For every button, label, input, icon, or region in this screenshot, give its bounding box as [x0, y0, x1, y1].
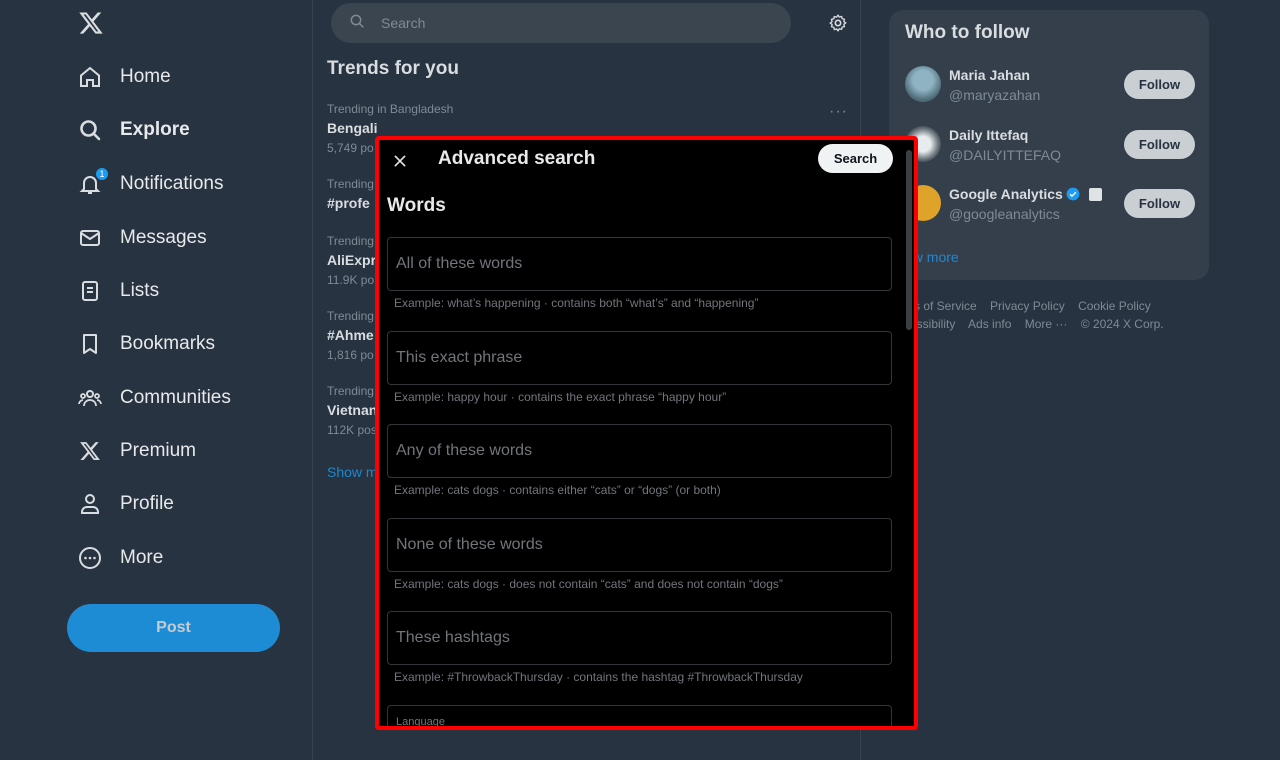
- suggested-user[interactable]: Google Analytics @googleanalytics Follow: [905, 183, 1195, 227]
- nav-communities[interactable]: Communities: [78, 378, 231, 418]
- all-words-field[interactable]: [387, 237, 892, 291]
- user-handle: @googleanalytics: [949, 206, 1060, 222]
- user-name-text: Maria Jahan: [949, 67, 1030, 83]
- nav-more[interactable]: More: [78, 538, 163, 578]
- more-circle-icon: [78, 546, 102, 570]
- nav-more-label: More: [120, 547, 164, 568]
- left-sidebar: Home Explore 1 Notifications Messages Li…: [0, 0, 313, 760]
- post-button[interactable]: Post: [67, 604, 280, 652]
- notification-count-badge: 1: [95, 167, 109, 181]
- trend-name: Bengali: [327, 120, 378, 136]
- close-icon[interactable]: [389, 150, 411, 172]
- who-to-follow-title: Who to follow: [905, 22, 1030, 43]
- nav-premium[interactable]: Premium: [78, 431, 196, 471]
- hashtags-example: Example: #ThrowbackThursday · contains t…: [394, 670, 803, 684]
- who-to-follow-panel: Who to follow Maria Jahan @maryazahan Fo…: [889, 10, 1209, 280]
- trends-show-more-link[interactable]: Show m: [327, 464, 378, 480]
- dialog-title: Advanced search: [438, 148, 596, 169]
- follow-button[interactable]: Follow: [1124, 70, 1195, 99]
- search-button[interactable]: Search: [818, 144, 893, 173]
- nav-messages[interactable]: Messages: [78, 218, 207, 258]
- nav-lists[interactable]: Lists: [78, 271, 159, 311]
- footer-line-1: ms of Service Privacy Policy Cookie Poli…: [904, 297, 1204, 315]
- nav-bookmarks[interactable]: Bookmarks: [78, 324, 215, 364]
- all-words-input[interactable]: [396, 255, 883, 273]
- avatar[interactable]: [905, 66, 941, 102]
- user-name: Google Analytics: [949, 186, 1102, 202]
- exact-phrase-field[interactable]: [387, 331, 892, 385]
- nav-notifications[interactable]: 1 Notifications: [78, 164, 224, 204]
- all-words-example: Example: what’s happening · contains bot…: [394, 296, 759, 310]
- user-handle: @maryazahan: [949, 87, 1041, 103]
- search-placeholder: Search: [381, 15, 426, 31]
- envelope-icon: [78, 226, 102, 250]
- trend-context: Trending in Bangladesh: [327, 102, 454, 116]
- privacy-link[interactable]: Privacy Policy: [990, 299, 1065, 313]
- none-words-input[interactable]: [396, 536, 883, 554]
- nav-explore-label: Explore: [120, 119, 190, 140]
- dialog-scrollbar[interactable]: [906, 150, 912, 330]
- nav-messages-label: Messages: [120, 227, 207, 248]
- x-logo-icon: [78, 439, 102, 463]
- nav-bookmarks-label: Bookmarks: [120, 333, 216, 354]
- nav-profile[interactable]: Profile: [78, 484, 174, 524]
- follow-button[interactable]: Follow: [1124, 130, 1195, 159]
- list-icon: [78, 279, 102, 303]
- search-icon: [78, 118, 102, 142]
- hashtags-field[interactable]: [387, 611, 892, 665]
- user-name: Daily Ittefaq: [949, 127, 1028, 143]
- suggested-user[interactable]: Daily Ittefaq @DAILYITTEFAQ Follow: [905, 124, 1195, 168]
- communities-icon: [78, 386, 102, 410]
- hashtags-input[interactable]: [396, 629, 883, 647]
- user-name: Maria Jahan: [949, 67, 1030, 83]
- trends-title: Trends for you: [327, 58, 459, 79]
- verified-badge-icon: [1066, 187, 1080, 201]
- nav-notifications-label: Notifications: [120, 173, 224, 194]
- language-label: Language: [396, 716, 445, 728]
- ads-info-link[interactable]: Ads info: [968, 317, 1011, 331]
- any-words-field[interactable]: [387, 424, 892, 478]
- exact-phrase-input[interactable]: [396, 349, 883, 367]
- nav-communities-label: Communities: [120, 387, 231, 408]
- any-words-input[interactable]: [396, 442, 883, 460]
- footer-line-2: cessibility Ads info More ··· © 2024 X C…: [904, 315, 1204, 333]
- words-section-title: Words: [387, 195, 446, 216]
- gear-icon[interactable]: [828, 13, 848, 33]
- nav-home-label: Home: [120, 66, 171, 87]
- home-icon: [78, 65, 102, 89]
- search-icon: [349, 13, 365, 34]
- x-logo-icon[interactable]: [78, 10, 104, 36]
- google-ads-icon: [1088, 187, 1102, 201]
- cookie-link[interactable]: Cookie Policy: [1078, 299, 1151, 313]
- footer-links: ms of Service Privacy Policy Cookie Poli…: [904, 297, 1204, 333]
- any-words-example: Example: cats dogs · contains either “ca…: [394, 483, 721, 497]
- left-divider: [312, 0, 313, 760]
- none-words-field[interactable]: [387, 518, 892, 572]
- suggested-user[interactable]: Maria Jahan @maryazahan Follow: [905, 64, 1195, 108]
- exact-phrase-example: Example: happy hour · contains the exact…: [394, 390, 727, 404]
- nav-lists-label: Lists: [120, 280, 160, 301]
- user-name-text: Google Analytics: [949, 186, 1063, 202]
- nav-explore[interactable]: Explore: [78, 110, 190, 150]
- search-bar[interactable]: Search: [331, 3, 791, 43]
- nav-premium-label: Premium: [120, 440, 197, 461]
- language-select[interactable]: Language: [387, 705, 892, 728]
- copyright: © 2024 X Corp.: [1080, 317, 1164, 331]
- nav-profile-label: Profile: [120, 493, 174, 514]
- follow-button[interactable]: Follow: [1124, 189, 1195, 218]
- user-handle: @DAILYITTEFAQ: [949, 147, 1061, 163]
- footer-more-link[interactable]: More ···: [1025, 317, 1068, 331]
- none-words-example: Example: cats dogs · does not contain “c…: [394, 577, 783, 591]
- user-name-text: Daily Ittefaq: [949, 127, 1029, 143]
- bell-icon: 1: [78, 167, 109, 196]
- bookmark-icon: [78, 332, 102, 356]
- advanced-search-dialog: Advanced search Search Words Example: wh…: [375, 136, 918, 730]
- nav-home[interactable]: Home: [78, 57, 171, 97]
- person-icon: [78, 492, 102, 516]
